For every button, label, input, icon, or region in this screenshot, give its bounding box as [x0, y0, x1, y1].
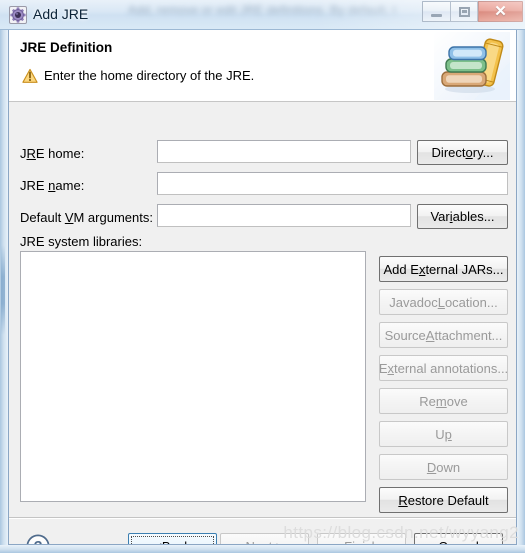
source-attachment-post: ttachment... — [434, 327, 503, 343]
close-button[interactable]: ✕ — [478, 1, 523, 22]
window-title: Add JRE — [33, 6, 89, 22]
javadoc-location-button[interactable]: Javadoc Location... — [379, 289, 508, 315]
window-frame-right — [517, 30, 525, 553]
variables-button-pre: Var — [430, 209, 450, 224]
minimize-button[interactable] — [422, 1, 450, 22]
jre-name-label: JRE name: — [20, 178, 84, 193]
minimize-icon — [431, 13, 442, 17]
back-pre: < — [154, 540, 162, 545]
vm-arguments-label-post: M arguments: — [73, 210, 153, 225]
background-window-blurred-text: Add, remove or edit JRE definitions. By … — [128, 4, 397, 17]
warning-icon — [22, 68, 38, 83]
vm-arguments-label-pre: Default — [20, 210, 65, 225]
books-stack-icon — [434, 32, 510, 100]
back-button[interactable]: < Back — [128, 533, 217, 545]
source-attachment-mnemonic: A — [425, 327, 435, 343]
page-message: Enter the home directory of the JRE. — [44, 68, 255, 83]
jre-home-label: JRE home: — [20, 146, 84, 161]
restore-default-mnemonic: R — [398, 492, 408, 508]
svg-text:?: ? — [34, 539, 43, 545]
remove-mnemonic: m — [435, 393, 447, 409]
directory-button-mnemonic: o — [465, 145, 473, 160]
window-frame-grip — [1, 245, 5, 335]
add-jre-dialog-window: Add, remove or edit JRE definitions. By … — [0, 0, 525, 553]
external-annotations-pre: E — [378, 360, 388, 376]
external-annotations-post: ternal annotations... — [393, 360, 509, 376]
add-external-jars-button[interactable]: Add Ex ternal JARs... — [379, 256, 508, 282]
jre-system-libraries-list[interactable] — [20, 251, 366, 502]
javadoc-location-mnemonic: L — [437, 294, 445, 310]
maximize-button[interactable] — [450, 1, 478, 22]
variables-button-post: ables... — [452, 209, 495, 224]
window-frame-left — [0, 30, 8, 553]
source-attachment-pre: Source — [384, 327, 426, 343]
restore-default-button[interactable]: Restore Default — [379, 487, 508, 513]
remove-post: ove — [446, 393, 468, 409]
down-post: own — [436, 459, 461, 475]
next-mnemonic: N — [246, 540, 255, 545]
directory-button[interactable]: Direct o ry... — [417, 140, 508, 165]
external-annotations-button[interactable]: Ex ternal annotations... — [379, 355, 508, 381]
directory-button-post: ry... — [472, 145, 494, 160]
footer-separator-highlight — [9, 518, 516, 519]
jre-home-input[interactable] — [157, 140, 411, 163]
jre-home-label-post: E home: — [35, 146, 85, 161]
help-question-icon[interactable]: ? — [25, 533, 51, 545]
jre-name-label-pre: JRE — [20, 178, 49, 193]
jre-name-input[interactable] — [157, 172, 508, 195]
javadoc-location-post: ocation... — [444, 294, 498, 310]
restore-default-post: estore Default — [407, 492, 489, 508]
title-bar[interactable]: Add, remove or edit JRE definitions. By … — [0, 0, 525, 30]
jre-system-libraries-label: JRE system libraries: — [20, 234, 143, 249]
vm-arguments-label: Default VM arguments: — [20, 210, 153, 225]
javadoc-location-pre: Javadoc — [389, 294, 438, 310]
remove-button[interactable]: Re m ove — [379, 388, 508, 414]
back-mnemonic: B — [162, 540, 171, 545]
add-external-jars-post: ternal JARs... — [425, 261, 504, 277]
up-button[interactable]: Up — [379, 421, 508, 447]
watermark-text: https://blog.csdn.net/wyyang2 — [283, 523, 519, 542]
down-button[interactable]: Down — [379, 454, 508, 480]
jre-name-label-post: ame: — [55, 178, 85, 193]
back-post: ack — [171, 540, 191, 545]
wizard-header: JRE Definition Enter the home directory … — [9, 30, 516, 102]
remove-pre: Re — [419, 393, 436, 409]
close-icon: ✕ — [494, 3, 507, 20]
window-frame-bottom — [0, 545, 525, 553]
add-external-jars-pre: Add E — [383, 261, 419, 277]
up-pre: U — [435, 426, 445, 442]
down-mnemonic: D — [426, 459, 437, 475]
window-controls: ✕ — [422, 1, 523, 22]
jre-home-label-mnemonic: R — [26, 146, 36, 161]
dialog-client-area: JRE Definition Enter the home directory … — [8, 30, 517, 545]
restore-icon — [458, 6, 470, 17]
variables-button[interactable]: Var i ables... — [417, 204, 508, 229]
next-post: ext > — [255, 540, 284, 545]
directory-button-pre: Direct — [431, 145, 466, 160]
source-attachment-button[interactable]: Source Attachment... — [379, 322, 508, 348]
vm-arguments-input[interactable] — [157, 204, 411, 227]
page-title: JRE Definition — [20, 40, 113, 55]
up-mnemonic: p — [444, 426, 452, 442]
jre-gear-icon — [9, 6, 27, 24]
